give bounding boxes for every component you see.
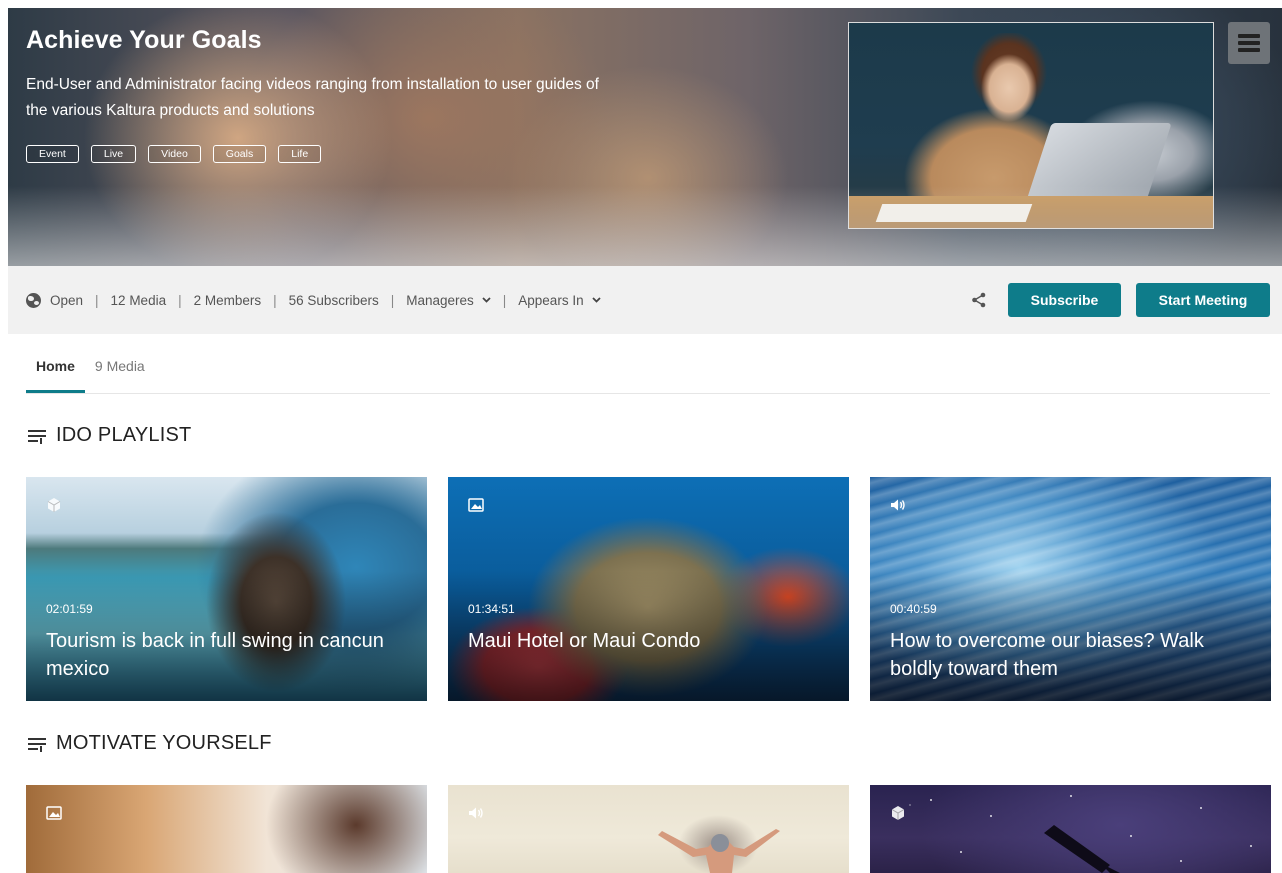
media-card[interactable]: 02:01:59 Tourism is back in full swing i…: [26, 477, 427, 701]
chevron-down-icon: [482, 297, 491, 303]
channel-title: Achieve Your Goals: [26, 26, 262, 54]
media-card[interactable]: [26, 785, 427, 873]
start-meeting-button[interactable]: Start Meeting: [1136, 283, 1270, 317]
media-card[interactable]: [870, 785, 1271, 873]
image-icon: [468, 498, 484, 512]
visibility-label: Open: [50, 292, 84, 308]
channel-meta-bar: Open | 12 Media | 2 Members | 56 Subscri…: [8, 266, 1282, 334]
channel-menu-button[interactable]: [1228, 22, 1270, 64]
media-duration: 00:40:59: [890, 602, 937, 616]
tag-goals[interactable]: Goals: [212, 145, 267, 163]
audio-icon: [469, 807, 483, 819]
channel-stats: Open | 12 Media | 2 Members | 56 Subscri…: [26, 292, 601, 308]
audio-icon: [891, 499, 905, 511]
tag-video[interactable]: Video: [148, 145, 201, 163]
subscribers-count: 56 Subscribers: [288, 292, 379, 308]
tag-list: Event Live Video Goals Life: [26, 145, 322, 163]
tab-media[interactable]: 9 Media: [85, 350, 155, 393]
media-title[interactable]: Tourism is back in full swing in cancun …: [46, 627, 416, 683]
menu-icon: [1238, 34, 1260, 38]
share-icon[interactable]: [970, 291, 988, 309]
channel-actions: Subscribe Start Meeting: [970, 283, 1270, 317]
media-duration: 01:34:51: [468, 602, 515, 616]
separator: |: [502, 292, 507, 308]
tab-home[interactable]: Home: [26, 350, 85, 393]
chevron-down-icon: [591, 297, 601, 303]
separator: |: [273, 292, 277, 308]
globe-icon: [26, 292, 41, 308]
playlist-title: MOTIVATE YOURSELF: [56, 732, 272, 754]
interactive-icon: [891, 806, 905, 820]
image-icon: [46, 806, 62, 820]
playlist-heading: IDO PLAYLIST: [28, 424, 191, 447]
media-count: 12 Media: [110, 292, 167, 308]
playlist-icon: [28, 737, 46, 752]
managers-label: Manageres: [406, 292, 474, 308]
managers-dropdown[interactable]: Manageres: [406, 293, 491, 308]
media-card[interactable]: [448, 785, 849, 873]
channel-thumbnail: [848, 22, 1214, 229]
interactive-icon: [47, 498, 61, 512]
person-silhouette-image: [658, 829, 780, 873]
appears-in-label: Appears In: [518, 292, 584, 308]
channel-hero-banner: Achieve Your Goals End-User and Administ…: [8, 8, 1282, 266]
thumbnail-laptop-image: [1026, 123, 1172, 201]
members-count: 2 Members: [193, 292, 262, 308]
media-duration: 02:01:59: [46, 602, 93, 616]
subscribe-button[interactable]: Subscribe: [1008, 283, 1121, 317]
media-title[interactable]: Maui Hotel or Maui Condo: [468, 627, 838, 655]
media-title[interactable]: How to overcome our biases? Walk boldly …: [890, 627, 1260, 683]
telescope-image: [1044, 825, 1120, 873]
playlist-heading: MOTIVATE YOURSELF: [28, 732, 272, 755]
media-card[interactable]: 00:40:59 How to overcome our biases? Wal…: [870, 477, 1271, 701]
playlist-icon: [28, 429, 46, 444]
channel-description: End-User and Administrator facing videos…: [26, 76, 599, 119]
separator: |: [95, 292, 99, 308]
playlist-title: IDO PLAYLIST: [56, 424, 192, 446]
separator: |: [178, 292, 182, 308]
menu-icon-bar: [1238, 48, 1260, 52]
separator: |: [390, 292, 395, 308]
media-card[interactable]: 01:34:51 Maui Hotel or Maui Condo: [448, 477, 849, 701]
appears-in-dropdown[interactable]: Appears In: [518, 292, 601, 308]
thumbnail-paper-image: [875, 204, 1033, 222]
channel-tabs: Home 9 Media: [26, 350, 1270, 394]
thumbnail-desk-image: [849, 196, 1213, 228]
tag-event[interactable]: Event: [26, 145, 79, 163]
tag-live[interactable]: Live: [90, 145, 137, 163]
menu-icon-bar: [1238, 41, 1260, 45]
tag-life[interactable]: Life: [278, 145, 322, 163]
